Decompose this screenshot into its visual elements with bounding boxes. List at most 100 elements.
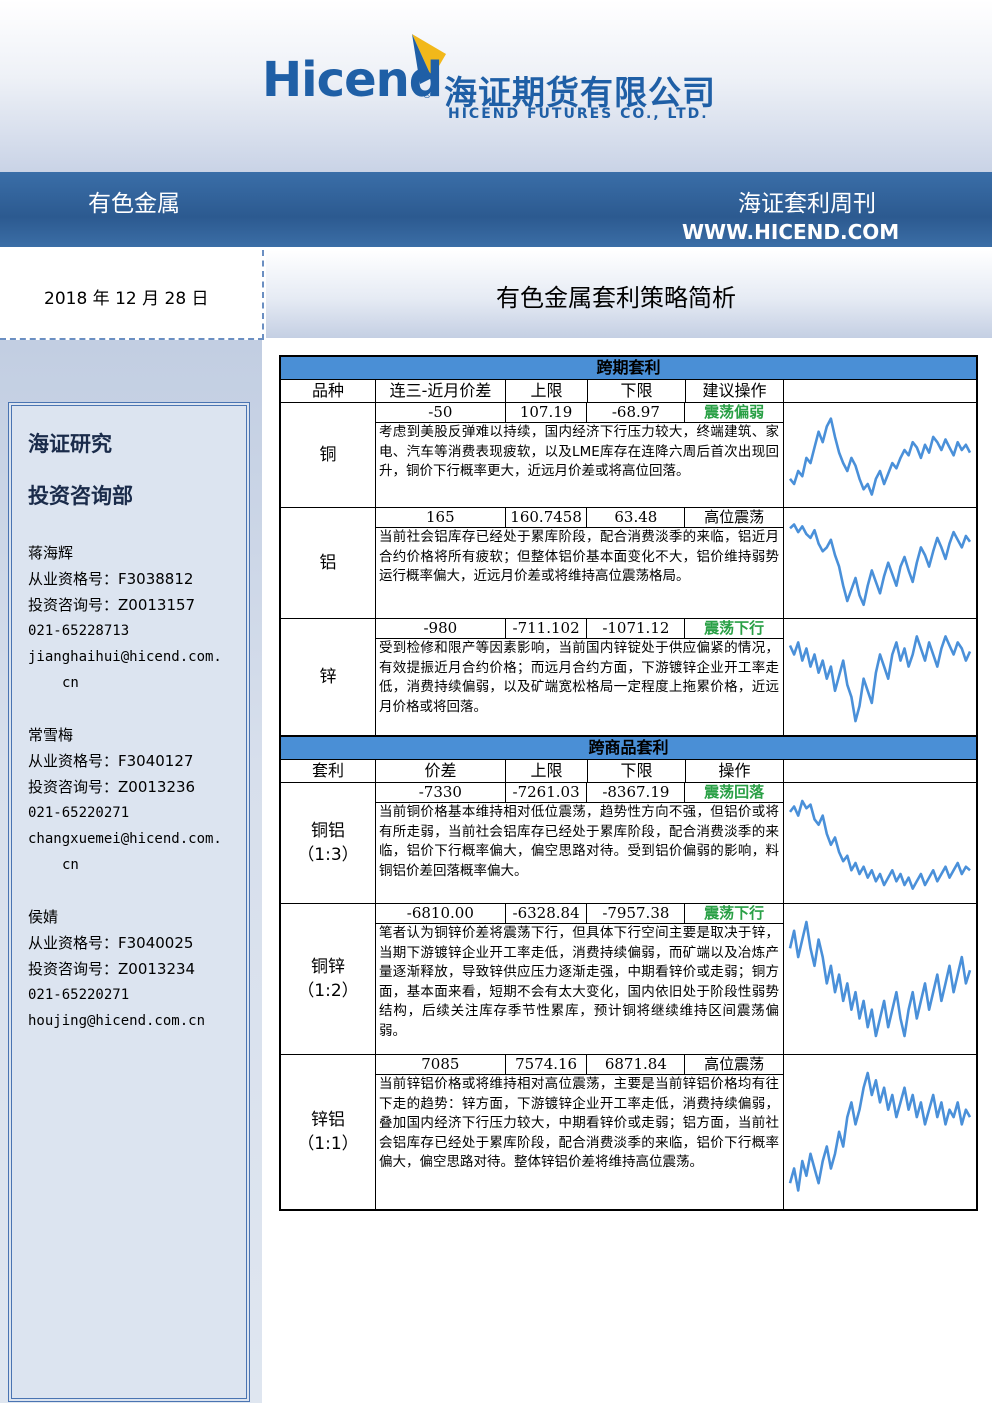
analyst-qual: 从业资格号：F3038812 (28, 570, 194, 588)
spread-value: -50 (376, 403, 506, 422)
table-row: 锌 -980 -711.102 -1071.12 震荡下行 受到检修和限产等因素… (281, 619, 976, 735)
analyst-email-cont[interactable]: cn (28, 670, 250, 696)
col-header: 连三-近月价差 (376, 380, 506, 402)
row-name: 铜铝 （1:3） (281, 783, 376, 903)
sparkline-series-line (789, 523, 972, 607)
col-header-blank (784, 760, 976, 782)
sparkline-svg (788, 635, 972, 723)
row-name-text: 锌 (319, 667, 337, 687)
sparkline-series-line (788, 1071, 972, 1192)
operation-value: 高位震荡 (704, 1055, 765, 1073)
lower-value: -1071.12 (587, 619, 686, 638)
row-values: 165 160.7458 63.48 高位震荡 (376, 508, 783, 528)
row-body: -6810.00 -6328.84 -7957.38 震荡下行 笔者认为铜锌价差… (376, 904, 784, 1054)
row-name-text: 铜铝 (311, 821, 345, 841)
analyst-email-cont[interactable]: cn (28, 852, 250, 878)
lower-value: -68.97 (587, 403, 686, 422)
category-band: 有色金属 海证套利周刊 WWW.HICEND.COM (0, 172, 992, 247)
website-link[interactable]: WWW.HICEND.COM (682, 220, 899, 244)
sidebar: 海证研究 投资咨询部 蒋海辉 从业资格号：F3038812 投资咨询号：Z001… (0, 340, 262, 1403)
sparkline-svg (788, 799, 971, 890)
lower-value: 6871.84 (587, 1055, 686, 1074)
row-values: 7085 7574.16 6871.84 高位震荡 (376, 1055, 783, 1075)
row-ratio: （1:3） (297, 845, 359, 865)
row-description: 当前铜价格基本维持相对低位震荡，趋势性方向不强，但铝价或将有所走弱，当前社会铝库… (379, 804, 779, 879)
operation-value: 震荡下行 (704, 619, 765, 637)
logo-wordmark: Hicend (262, 52, 443, 108)
analyst-qual: 从业资格号：F3040127 (28, 752, 194, 770)
upper-value: 160.7458 (506, 508, 588, 527)
row-name-text: 铜锌 (311, 957, 345, 977)
analyst-consult: 投资咨询号：Z0013234 (28, 960, 196, 978)
dept-line1: 海证研究 (28, 432, 112, 456)
upper-value: -7261.03 (506, 783, 588, 802)
category-label: 有色金属 (88, 191, 180, 217)
logo-registered-mark: ® (422, 90, 432, 101)
operation-value: 震荡下行 (704, 904, 765, 922)
row-description: 笔者认为铜锌价差将震荡下行，但具体下行空间主要是取决于锌，当期下游镀锌企业开工率… (379, 925, 779, 1039)
row-body: 7085 7574.16 6871.84 高位震荡 当前锌铝价格或将维持相对高位… (376, 1055, 784, 1209)
analyst-qual: 从业资格号：F3040025 (28, 934, 194, 952)
company-logo: Hicend ® 海证期货有限公司 HICEND FUTURES CO., LT… (262, 32, 732, 128)
report-date: 2018 年 12 月 28 日 (44, 289, 209, 309)
analyst-1: 蒋海辉 从业资格号：F3038812 投资咨询号：Z0013157 021-65… (28, 540, 250, 696)
analyst-email[interactable]: jianghaihui@hicend.com. (28, 644, 250, 670)
company-name-en: HICEND FUTURES CO., LTD. (448, 106, 709, 122)
spread-value: -7330 (376, 783, 506, 802)
spread-value: 7085 (376, 1055, 506, 1074)
sparkline-series-line (788, 799, 971, 890)
intertemporal-table: 跨期套利 品种 连三-近月价差 上限 下限 建议操作 铜 -50 107.19 … (279, 355, 978, 737)
row-name: 铜 (281, 403, 376, 507)
col-header: 操作 (686, 760, 784, 782)
upper-value: -6328.84 (506, 904, 588, 923)
col-header: 下限 (588, 380, 686, 402)
analyst-consult: 投资咨询号：Z0013236 (28, 778, 196, 796)
sparkline-svg (788, 417, 972, 496)
sparkline-chart (784, 783, 976, 903)
sparkline-chart (784, 619, 976, 735)
row-values: -6810.00 -6328.84 -7957.38 震荡下行 (376, 904, 783, 924)
analyst-name: 蒋海辉 (28, 544, 74, 562)
col-header: 品种 (281, 380, 376, 402)
row-body: 165 160.7458 63.48 高位震荡 当前社会铝库存已经处于累库阶段，… (376, 508, 784, 618)
row-body: -7330 -7261.03 -8367.19 震荡回落 当前铜价格基本维持相对… (376, 783, 784, 903)
column-headers: 套利 价差 上限 下限 操作 (281, 760, 976, 783)
table-row: 铝 165 160.7458 63.48 高位震荡 当前社会铝库存已经处于累库阶… (281, 508, 976, 619)
table-row: 铜铝 （1:3） -7330 -7261.03 -8367.19 震荡回落 当前… (281, 783, 976, 904)
header-banner: Hicend ® 海证期货有限公司 HICEND FUTURES CO., LT… (0, 0, 992, 172)
row-name: 锌铝 （1:1） (281, 1055, 376, 1209)
row-name: 铝 (281, 508, 376, 618)
row-body: -980 -711.102 -1071.12 震荡下行 受到检修和限产等因素影响… (376, 619, 784, 735)
analyst-2: 常雪梅 从业资格号：F3040127 投资咨询号：Z0013236 021-65… (28, 722, 250, 878)
upper-value: -711.102 (506, 619, 588, 638)
col-header: 建议操作 (686, 380, 784, 402)
row-description: 考虑到美股反弹难以持续，国内经济下行压力较大，终端建筑、家电、汽车等消费表现疲软… (379, 424, 779, 479)
section-title: 跨商品套利 (281, 737, 976, 760)
lower-value: 63.48 (587, 508, 686, 527)
section-title: 跨期套利 (281, 357, 976, 380)
sparkline-series-line (788, 920, 972, 1038)
row-description: 当前锌铝价格或将维持相对高位震荡，主要是当前锌铝价格均有往下走的趋势：锌方面，下… (379, 1076, 779, 1170)
row-description: 当前社会铝库存已经处于累库阶段，配合消费淡季的来临，铝近月合约价格将所有疲软；但… (379, 529, 779, 584)
row-name-text: 铝 (319, 553, 337, 573)
sparkline-series-line (788, 635, 972, 723)
publication-name: 海证套利周刊 (738, 191, 876, 217)
row-name: 锌 (281, 619, 376, 735)
spread-value: -6810.00 (376, 904, 506, 923)
analyst-email[interactable]: changxuemei@hicend.com. (28, 826, 250, 852)
sparkline-chart (784, 1055, 976, 1209)
col-header: 套利 (281, 760, 376, 782)
analyst-phone: 021-65220271 (28, 987, 130, 1003)
analyst-email[interactable]: houjing@hicend.com.cn (28, 1008, 250, 1034)
upper-value: 7574.16 (506, 1055, 588, 1074)
row-name-text: 锌铝 (311, 1110, 345, 1130)
row-description: 受到检修和限产等因素影响，当前国内锌锭处于供应偏紧的情况，有效提振近月合约价格；… (379, 640, 779, 715)
sparkline-chart (784, 403, 976, 507)
sparkline-svg (788, 920, 972, 1038)
col-header: 下限 (588, 760, 686, 782)
table-row: 铜 -50 107.19 -68.97 震荡偏弱 考虑到美股反弹难以持续，国内经… (281, 403, 976, 508)
intercommodity-table: 跨商品套利 套利 价差 上限 下限 操作 铜铝 （1:3） -7330 -726… (279, 735, 978, 1211)
operation-value: 震荡回落 (704, 783, 765, 801)
date-box: 2018 年 12 月 28 日 (0, 250, 264, 340)
table-row: 锌铝 （1:1） 7085 7574.16 6871.84 高位震荡 当前锌铝价… (281, 1055, 976, 1209)
